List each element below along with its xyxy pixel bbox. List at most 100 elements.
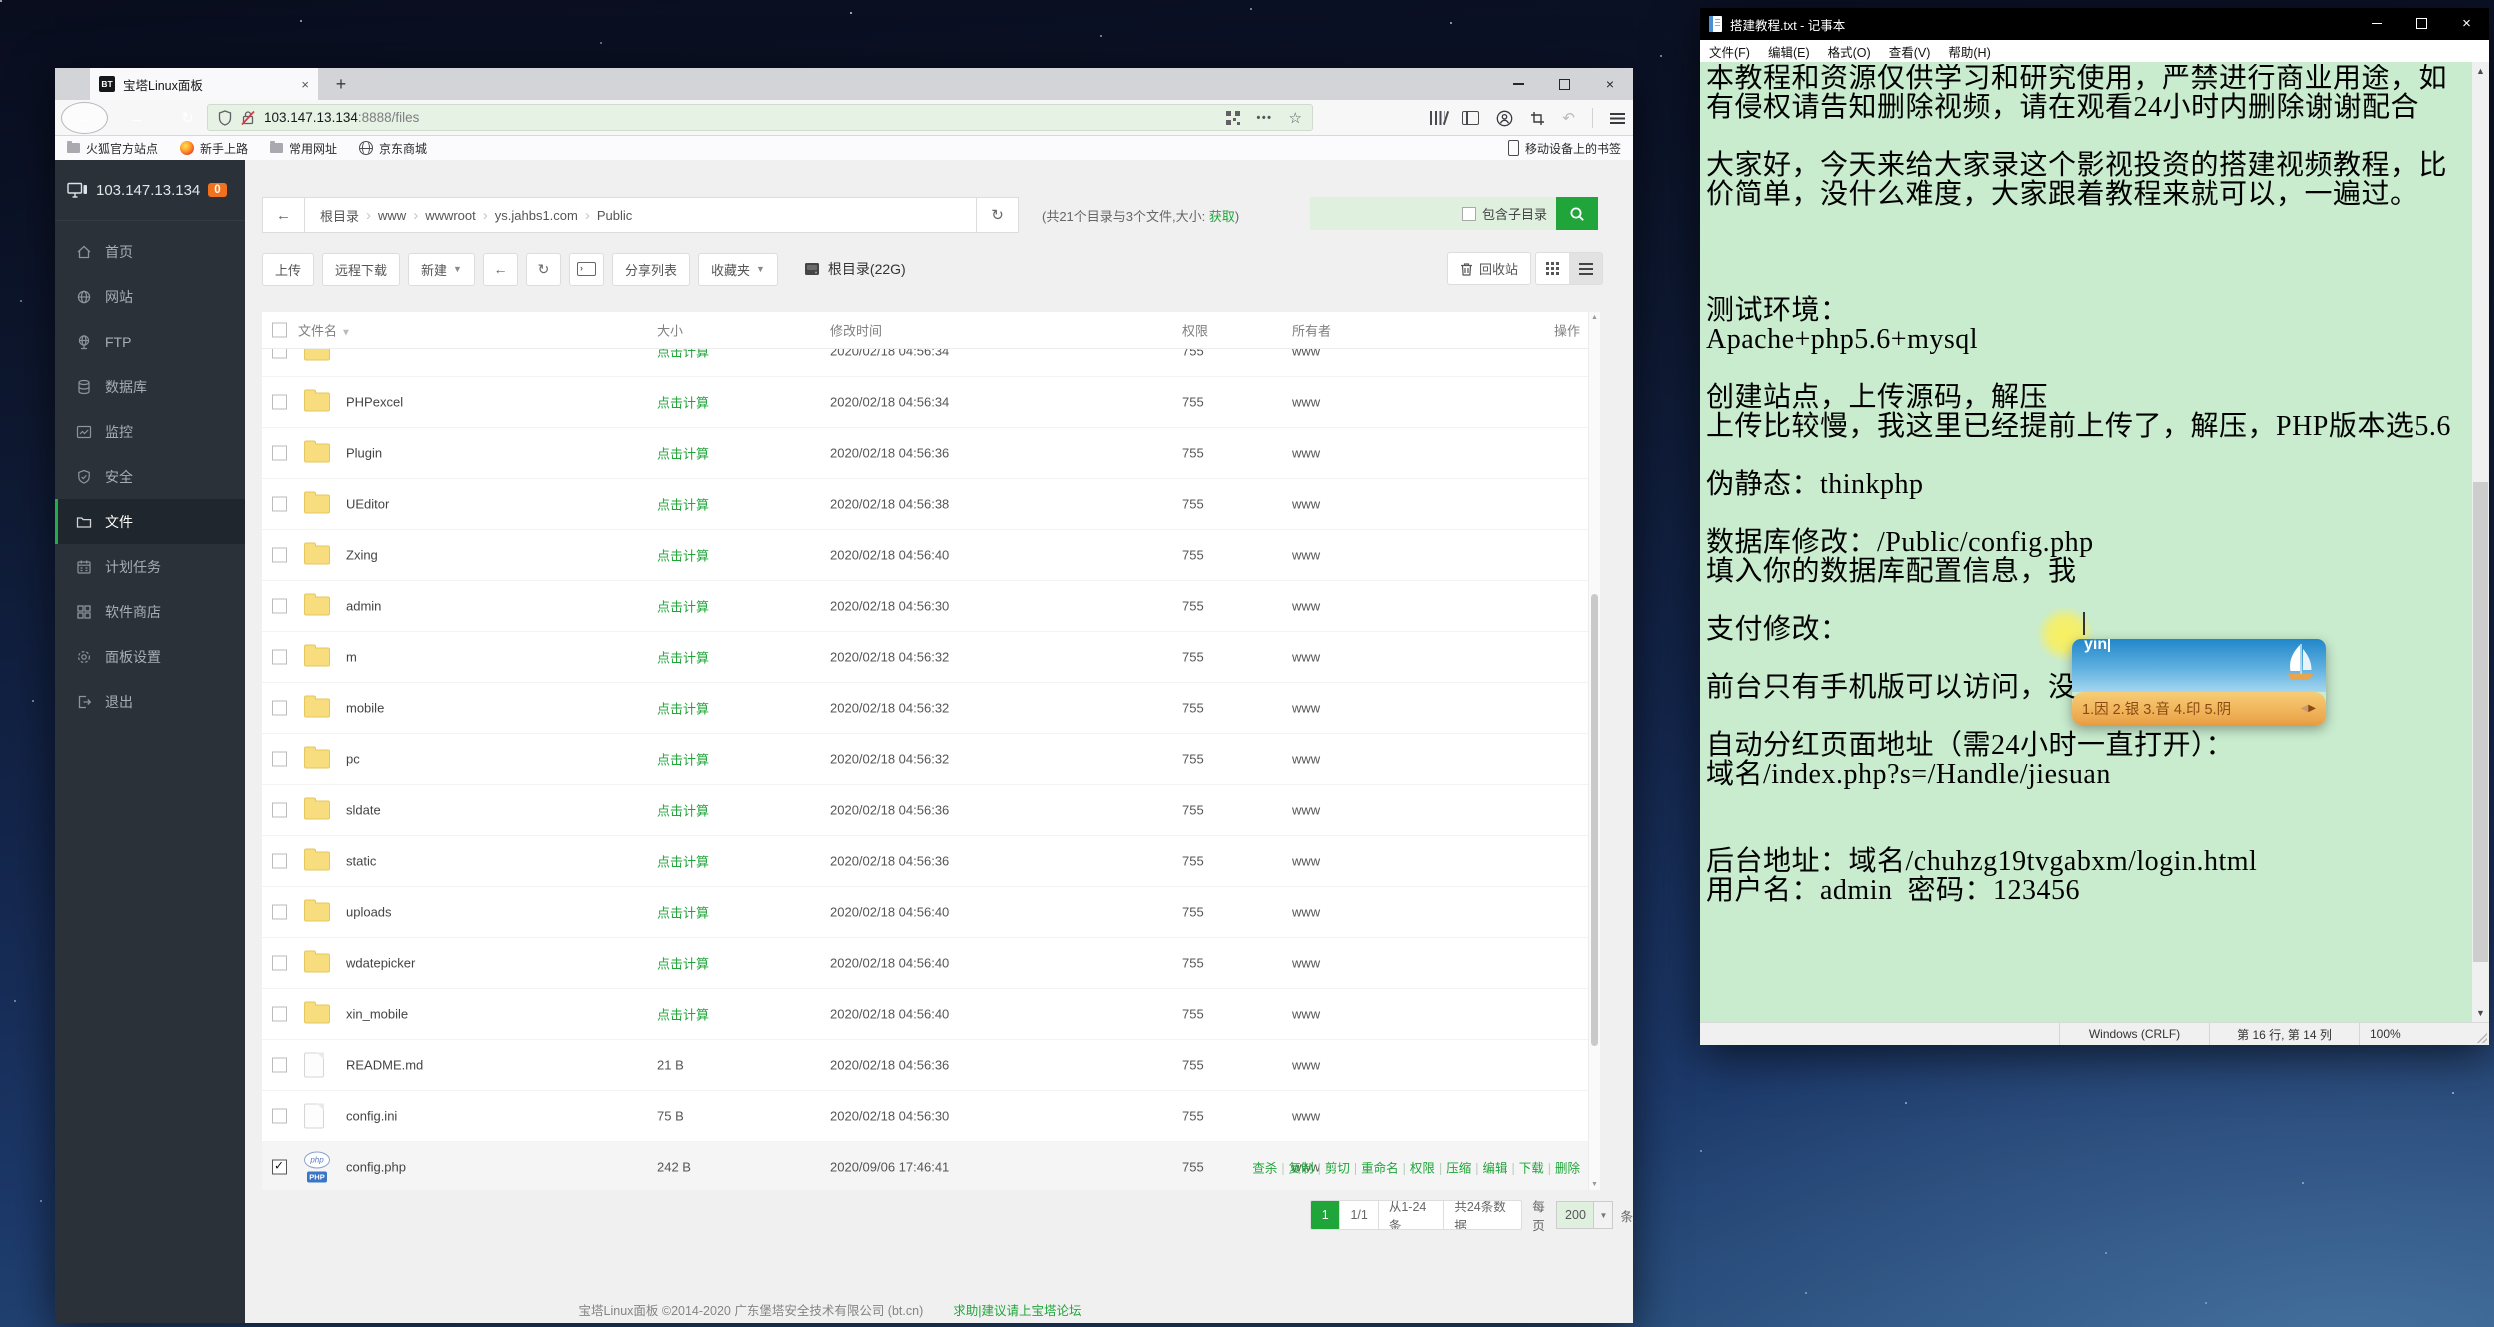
mobile-bookmarks-item[interactable]: 移动设备上的书签 bbox=[1508, 140, 1621, 157]
action-link[interactable]: 复制 bbox=[1289, 1162, 1314, 1176]
table-scrollbar[interactable]: ▲ ▼ bbox=[1588, 312, 1600, 1190]
scroll-down-icon[interactable]: ▼ bbox=[2472, 1008, 2489, 1018]
bookmark-item[interactable]: 新手上路 bbox=[180, 140, 248, 157]
size-calc-link[interactable]: 点击计算 bbox=[657, 597, 709, 616]
per-page-select[interactable]: 200 ▼ bbox=[1556, 1201, 1613, 1229]
table-row[interactable]: admin点击计算2020/02/18 04:56:30755www bbox=[262, 581, 1600, 632]
url-bar[interactable]: 103.147.13.134:8888/files ••• ☆ bbox=[207, 104, 1313, 131]
action-link[interactable]: 查杀 bbox=[1252, 1162, 1277, 1176]
table-row[interactable]: xin_mobile点击计算2020/02/18 04:56:40755www bbox=[262, 989, 1600, 1040]
file-name[interactable]: static bbox=[346, 854, 376, 869]
undo-icon[interactable]: ↶ bbox=[1562, 109, 1575, 127]
bookmark-item[interactable]: 京东商城 bbox=[359, 140, 427, 157]
table-row[interactable]: PHPexcel点击计算2020/02/18 04:56:34755www bbox=[262, 377, 1600, 428]
size-calc-link[interactable]: 点击计算 bbox=[657, 1005, 709, 1024]
row-checkbox[interactable] bbox=[272, 548, 287, 563]
sidebar-item-files[interactable]: 文件 bbox=[55, 499, 245, 544]
minimize-icon[interactable] bbox=[2354, 8, 2399, 38]
notepad-menu-2[interactable]: 格式(O) bbox=[1819, 42, 1880, 61]
file-name[interactable]: mobile bbox=[346, 701, 384, 716]
favorites-button[interactable]: 收藏夹▼ bbox=[698, 253, 778, 286]
breadcrumb-item[interactable]: Public bbox=[590, 208, 639, 223]
file-name[interactable]: README.md bbox=[346, 1058, 423, 1073]
upload-button[interactable]: 上传 bbox=[262, 253, 314, 286]
scrollbar-thumb[interactable] bbox=[2473, 482, 2488, 962]
size-calc-link[interactable]: 点击计算 bbox=[657, 495, 709, 514]
action-link[interactable]: 权限 bbox=[1410, 1162, 1435, 1176]
sidebar-item-monitor[interactable]: 监控 bbox=[55, 409, 245, 454]
table-row[interactable]: config.php242 B2020/09/06 17:46:41755www… bbox=[262, 1142, 1600, 1190]
size-calc-link[interactable]: 点击计算 bbox=[657, 852, 709, 871]
resize-grip[interactable] bbox=[2477, 1033, 2487, 1043]
file-name[interactable]: PHPexcel bbox=[346, 395, 403, 410]
sidebars-icon[interactable] bbox=[1462, 111, 1479, 125]
row-checkbox[interactable] bbox=[272, 854, 287, 869]
library-icon[interactable] bbox=[1430, 111, 1445, 125]
row-checkbox[interactable] bbox=[272, 349, 287, 359]
size-calc-link[interactable]: 点击计算 bbox=[657, 750, 709, 769]
minimize-icon[interactable] bbox=[1495, 68, 1541, 100]
file-name[interactable]: uploads bbox=[346, 905, 392, 920]
table-row[interactable]: wdatepicker点击计算2020/02/18 04:56:40755www bbox=[262, 938, 1600, 989]
table-row[interactable]: Plugin点击计算2020/02/18 04:56:36755www bbox=[262, 428, 1600, 479]
file-name[interactable]: pc bbox=[346, 752, 360, 767]
new-tab-button[interactable]: + bbox=[327, 68, 355, 100]
screenshot-icon[interactable] bbox=[1530, 111, 1545, 126]
bookmark-item[interactable]: 火狐官方站点 bbox=[67, 140, 158, 157]
file-name[interactable]: xin_mobile bbox=[346, 1007, 408, 1022]
size-calc-link[interactable]: 点击计算 bbox=[657, 648, 709, 667]
row-checkbox[interactable] bbox=[272, 701, 287, 716]
sidebar-item-logout[interactable]: 退出 bbox=[55, 679, 245, 724]
size-calc-link[interactable]: 点击计算 bbox=[657, 903, 709, 922]
action-link[interactable]: 下载 bbox=[1519, 1162, 1544, 1176]
action-link[interactable]: 删除 bbox=[1555, 1162, 1580, 1176]
sidebar-item-site[interactable]: 网站 bbox=[55, 274, 245, 319]
notepad-menu-4[interactable]: 帮助(H) bbox=[1939, 42, 1999, 61]
table-row[interactable]: static点击计算2020/02/18 04:56:36755www bbox=[262, 836, 1600, 887]
row-checkbox[interactable] bbox=[272, 1058, 287, 1073]
row-checkbox[interactable] bbox=[272, 1109, 287, 1124]
action-link[interactable]: 压缩 bbox=[1446, 1162, 1471, 1176]
breadcrumb-item[interactable]: ys.jahbs1.com bbox=[488, 208, 585, 223]
disk-info[interactable]: 根目录(22G) bbox=[804, 259, 906, 279]
row-checkbox[interactable] bbox=[272, 395, 287, 410]
file-name[interactable]: config.php bbox=[346, 1160, 406, 1175]
size-calc-link[interactable]: 点击计算 bbox=[657, 954, 709, 973]
file-name[interactable]: Zxing bbox=[346, 548, 378, 563]
sidebar-item-cron[interactable]: 计划任务 bbox=[55, 544, 245, 589]
notification-badge[interactable]: 0 bbox=[208, 183, 226, 197]
back-button[interactable]: ← bbox=[61, 102, 108, 134]
table-row[interactable]: README.md21 B2020/02/18 04:56:36755www bbox=[262, 1040, 1600, 1091]
breadcrumb-item[interactable]: www bbox=[371, 208, 413, 223]
table-row[interactable]: config.ini75 B2020/02/18 04:56:30755www bbox=[262, 1091, 1600, 1142]
row-checkbox[interactable] bbox=[272, 446, 287, 461]
action-link[interactable]: 编辑 bbox=[1482, 1162, 1507, 1176]
file-name[interactable]: sldate bbox=[346, 803, 381, 818]
bookmark-star-icon[interactable]: ☆ bbox=[1289, 109, 1302, 127]
notepad-scrollbar[interactable]: ▲ ▼ bbox=[2472, 62, 2489, 1022]
refresh-button[interactable]: ↻ bbox=[526, 253, 561, 286]
size-calc-link[interactable]: 点击计算 bbox=[657, 546, 709, 565]
table-row[interactable]: pc点击计算2020/02/18 04:56:32755www bbox=[262, 734, 1600, 785]
terminal-button[interactable]: › bbox=[569, 253, 604, 286]
size-calc-link[interactable]: 点击计算 bbox=[657, 349, 709, 361]
new-button[interactable]: 新建▼ bbox=[408, 253, 475, 286]
file-name[interactable]: Plugin bbox=[346, 446, 382, 461]
action-link[interactable]: 重命名 bbox=[1361, 1162, 1399, 1176]
header-filename[interactable]: 文件名▼ bbox=[298, 321, 351, 340]
ime-candidates[interactable]: 1.因 2.银 3.音 4.印 5.阴 bbox=[2082, 698, 2231, 719]
row-checkbox[interactable] bbox=[272, 1007, 287, 1022]
maximize-icon[interactable] bbox=[2399, 8, 2444, 38]
sidebar-item-security[interactable]: 安全 bbox=[55, 454, 245, 499]
browser-tab[interactable]: BT 宝塔Linux面板 × bbox=[90, 68, 318, 100]
scrollbar-thumb[interactable] bbox=[1591, 594, 1598, 1046]
table-row[interactable]: mobile点击计算2020/02/18 04:56:32755www bbox=[262, 683, 1600, 734]
list-view-button[interactable] bbox=[1569, 253, 1602, 284]
file-name[interactable]: admin bbox=[346, 599, 381, 614]
reload-button[interactable]: ↻ bbox=[165, 103, 210, 133]
row-checkbox[interactable] bbox=[272, 956, 287, 971]
tab-close-icon[interactable]: × bbox=[301, 77, 309, 92]
share-list-button[interactable]: 分享列表 bbox=[612, 253, 690, 286]
sidebar-item-settings[interactable]: 面板设置 bbox=[55, 634, 245, 679]
ime-page-arrows[interactable]: ◀▶ bbox=[2301, 703, 2316, 714]
